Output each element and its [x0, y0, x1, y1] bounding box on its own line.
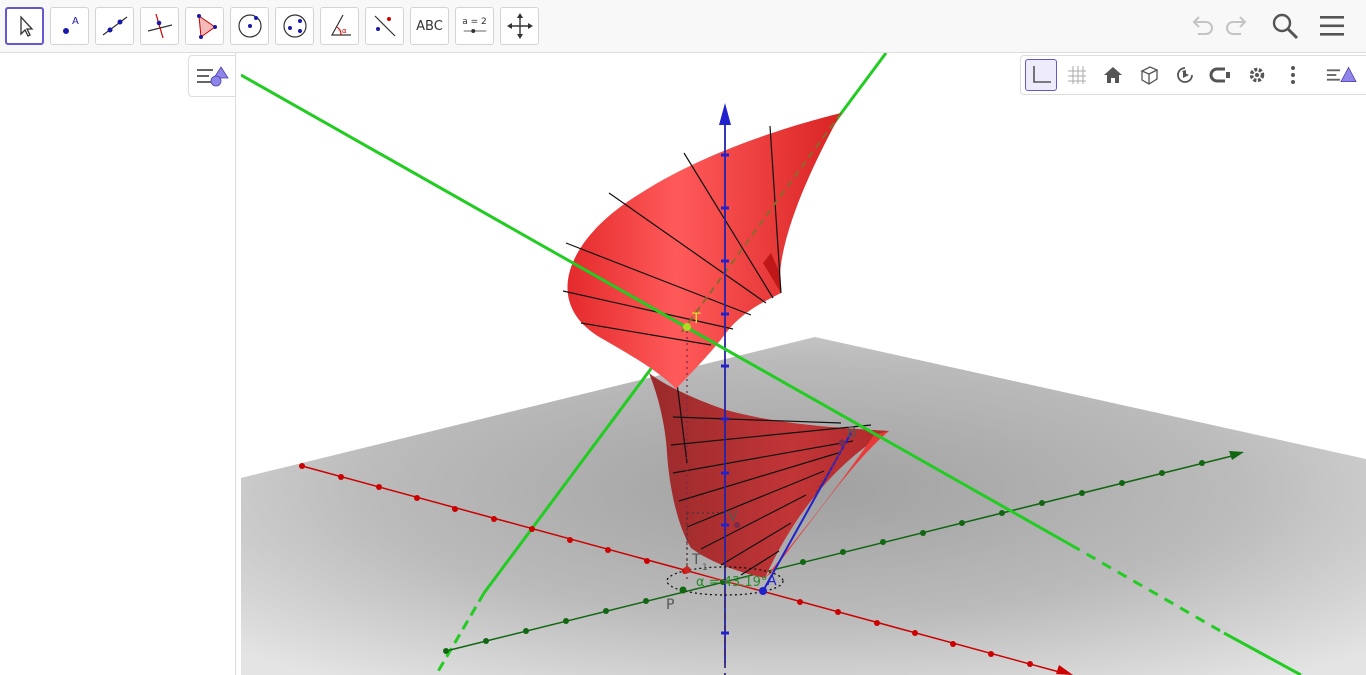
home-icon: [1104, 67, 1122, 83]
graphics-view-menu-button[interactable]: [1325, 59, 1357, 91]
graphics-style-bar: [1020, 55, 1366, 95]
move-graphics-tool-button[interactable]: [500, 7, 539, 45]
point-b[interactable]: [838, 439, 846, 447]
label-a: A: [767, 573, 777, 589]
point-p[interactable]: [679, 586, 687, 594]
undo-button[interactable]: [1183, 8, 1219, 44]
cube-icon: [1140, 66, 1159, 85]
grid-icon: [1068, 66, 1086, 84]
slider-tool-button[interactable]: a = 2: [455, 7, 494, 45]
undo-icon: [1192, 16, 1213, 35]
perpendicular-line-tool-button[interactable]: [140, 7, 179, 45]
search-button[interactable]: [1267, 8, 1303, 44]
angle-tool-label: α: [342, 27, 347, 35]
angle-icon: α: [330, 14, 351, 36]
more-vertical-icon: [1291, 66, 1295, 84]
point-tool-button[interactable]: A: [50, 7, 89, 45]
text-tool-button[interactable]: ABC: [410, 7, 449, 45]
circle-tool-button[interactable]: [230, 7, 269, 45]
label-b: B: [847, 425, 857, 441]
text-tool-label: ABC: [416, 18, 443, 34]
reflect-tool-button[interactable]: [365, 7, 404, 45]
point-tool-label: A: [72, 16, 79, 27]
polygon-icon: [196, 14, 217, 39]
line-tool-button[interactable]: [95, 7, 134, 45]
graphics-3d-canvas[interactable]: T T 1 V B A P α = 43.19°: [241, 53, 1366, 675]
projection-icon: [1209, 67, 1230, 83]
label-angle-alpha: α = 43.19°: [696, 575, 767, 590]
point-t1[interactable]: [683, 566, 691, 574]
rotate-icon: [1177, 67, 1193, 83]
slider-tool-label: a = 2: [462, 17, 487, 27]
show-grid-button[interactable]: [1061, 59, 1093, 91]
algebra-style-icon: [197, 66, 229, 87]
toolbar: A α ABC a = 2: [0, 0, 1366, 53]
perpendicular-line-icon: [147, 13, 172, 39]
algebra-view[interactable]: [0, 53, 236, 675]
circle-icon: [237, 14, 262, 38]
redo-button[interactable]: [1220, 8, 1256, 44]
cursor-icon: [19, 15, 33, 37]
slider-icon: a = 2: [462, 17, 488, 35]
redo-icon: [1226, 16, 1247, 35]
label-t: T: [691, 311, 701, 327]
point-icon: A: [62, 16, 79, 34]
rotate-view-button[interactable]: [1169, 59, 1201, 91]
label-p: P: [666, 597, 674, 613]
view-in-front-of-button[interactable]: [1205, 59, 1237, 91]
reflect-icon: [374, 15, 395, 37]
angle-tool-button[interactable]: α: [320, 7, 359, 45]
algebra-view-menu-button[interactable]: [188, 55, 235, 97]
conic-tool-button[interactable]: [275, 7, 314, 45]
standard-view-button[interactable]: [1097, 59, 1129, 91]
more-options-button[interactable]: [1277, 59, 1309, 91]
show-axes-button[interactable]: [1025, 59, 1057, 91]
conic-icon: [282, 14, 307, 38]
gear-icon: [1249, 67, 1265, 83]
graphics-3d-view[interactable]: T T 1 V B A P α = 43.19°: [241, 53, 1366, 675]
point-t[interactable]: [683, 323, 691, 331]
graphics-settings-button[interactable]: [1241, 59, 1273, 91]
main-menu-button[interactable]: [1314, 8, 1350, 44]
label-v: V: [728, 509, 738, 525]
axes-icon: [1033, 66, 1051, 83]
label-t1-sub: 1: [702, 563, 708, 573]
z-axis-arrow: [719, 103, 731, 125]
polygon-tool-button[interactable]: [185, 7, 224, 45]
move-tool-button[interactable]: [5, 7, 44, 45]
move-arrows-icon: [506, 13, 533, 39]
search-icon: [1272, 13, 1299, 40]
label-t1: T: [691, 552, 701, 568]
clipping-box-button[interactable]: [1133, 59, 1165, 91]
line-icon: [102, 16, 127, 36]
graphics-style-icon: [1326, 66, 1357, 82]
hamburger-menu-icon: [1320, 16, 1344, 36]
